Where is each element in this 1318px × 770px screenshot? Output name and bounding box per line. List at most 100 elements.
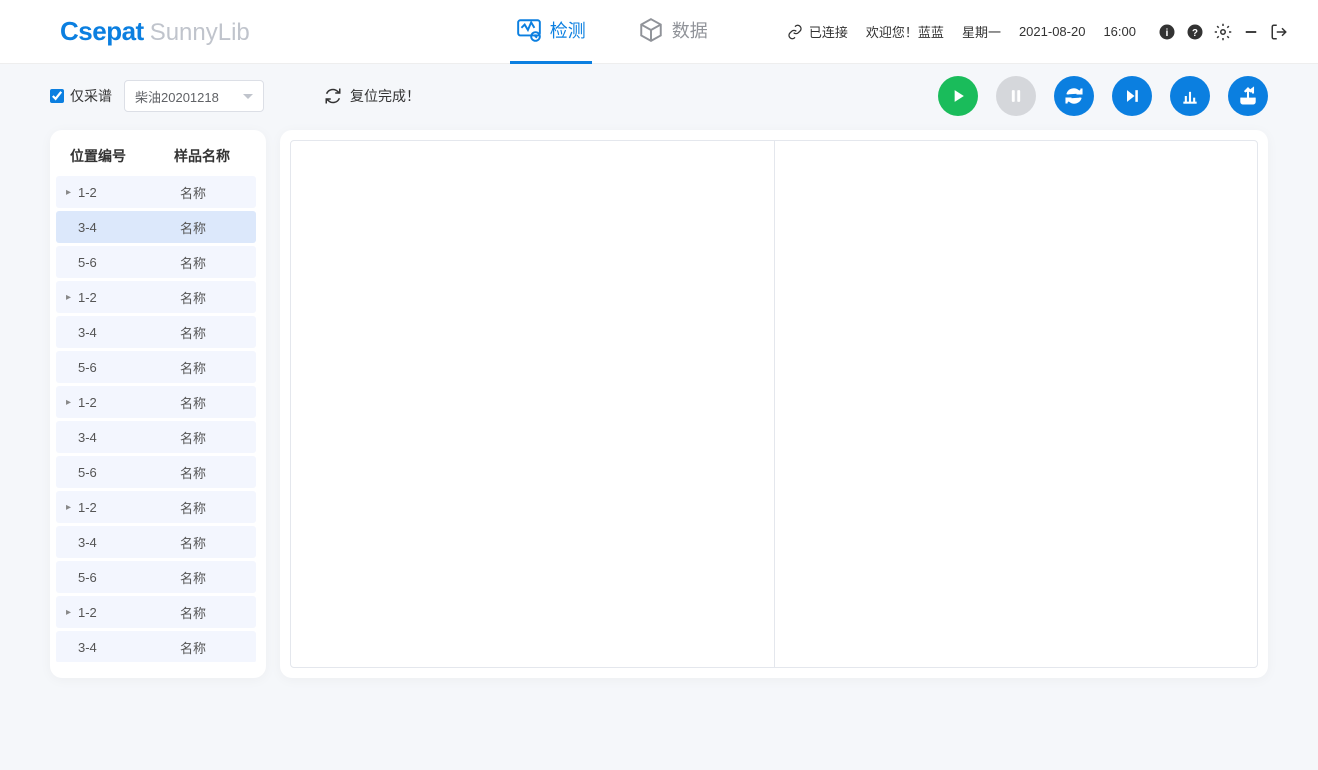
row-pos: 1-2 (78, 395, 97, 410)
row-pos: 3-4 (78, 220, 97, 235)
list-header: 位置编号 样品名称 (56, 146, 260, 176)
svg-text:i: i (1166, 26, 1169, 38)
date-text: 2021-08-20 (1019, 24, 1086, 39)
table-row[interactable]: 3-4 名称 (56, 421, 256, 453)
row-name: 名称 (136, 323, 250, 342)
select-value: 柴油20201218 (135, 87, 219, 106)
table-row[interactable]: 5-6 名称 (56, 351, 256, 383)
logo-sub: SunnyLib (150, 19, 250, 47)
refresh-icon (324, 87, 342, 105)
table-row[interactable]: 5-6 名称 (56, 246, 256, 278)
svg-text:?: ? (1192, 27, 1198, 38)
header: Csepat SunnyLib 检测 数据 已连接 欢迎您！蓝蓝 星期一 202… (0, 0, 1318, 64)
row-pos: 1-2 (78, 605, 97, 620)
tab-label: 检测 (550, 17, 586, 43)
row-name: 名称 (136, 568, 250, 587)
caret-icon: ▸ (66, 607, 76, 618)
row-name: 名称 (136, 183, 250, 202)
table-row[interactable]: 3-4 名称 (56, 211, 256, 243)
refresh-button[interactable] (1054, 76, 1094, 116)
app-logo: Csepat SunnyLib (60, 16, 250, 47)
header-right: 已连接 欢迎您！蓝蓝 星期一 2021-08-20 16:00 i ? (787, 22, 1288, 41)
settings-icon[interactable] (1214, 23, 1232, 41)
chart-button[interactable] (1170, 76, 1210, 116)
table-row[interactable]: ▸1-2 名称 (56, 386, 256, 418)
sample-list-panel: 位置编号 样品名称 ▸1-2名称3-4名称5-6名称▸1-2名称3-4名称5-6… (50, 130, 266, 678)
header-icons: i ? (1158, 23, 1288, 41)
row-name: 名称 (136, 463, 250, 482)
nav-tabs: 检测 数据 (510, 0, 714, 64)
logout-icon[interactable] (1270, 23, 1288, 41)
pulse-icon (516, 17, 542, 43)
row-name: 名称 (136, 638, 250, 657)
content-inner (290, 140, 1258, 668)
table-row[interactable]: 5-6 名称 (56, 561, 256, 593)
link-icon (787, 24, 803, 40)
caret-icon: ▸ (66, 292, 76, 303)
content-right-half (775, 141, 1258, 667)
conn-text: 已连接 (809, 22, 848, 41)
col-pos: 位置编号 (70, 146, 150, 166)
row-name: 名称 (136, 533, 250, 552)
sample-select[interactable]: 柴油20201218 (124, 80, 264, 112)
row-pos: 5-6 (78, 465, 97, 480)
status-text: 复位完成！ (350, 86, 420, 106)
row-pos: 1-2 (78, 500, 97, 515)
tab-detect[interactable]: 检测 (510, 0, 592, 64)
caret-icon: ▸ (66, 187, 76, 198)
table-row[interactable]: 5-6 名称 (56, 456, 256, 488)
row-name: 名称 (136, 393, 250, 412)
caret-icon: ▸ (66, 502, 76, 513)
row-name: 名称 (136, 428, 250, 447)
weekday-text: 星期一 (962, 22, 1001, 41)
caret-icon: ▸ (66, 397, 76, 408)
checkbox-label: 仅采谱 (70, 86, 112, 106)
row-pos: 5-6 (78, 255, 97, 270)
tab-data[interactable]: 数据 (632, 0, 714, 64)
connection-status: 已连接 (787, 22, 848, 41)
content-left-half (291, 141, 775, 667)
cube-icon (638, 17, 664, 43)
row-name: 名称 (136, 498, 250, 517)
logo-main: Csepat (60, 16, 144, 47)
next-button[interactable] (1112, 76, 1152, 116)
row-pos: 1-2 (78, 290, 97, 305)
tab-label: 数据 (672, 17, 708, 43)
minimize-icon[interactable] (1242, 23, 1260, 41)
row-pos: 3-4 (78, 535, 97, 550)
row-pos: 3-4 (78, 325, 97, 340)
row-pos: 3-4 (78, 430, 97, 445)
row-name: 名称 (136, 603, 250, 622)
checkbox-input[interactable] (50, 89, 64, 103)
row-name: 名称 (136, 218, 250, 237)
help-icon[interactable]: ? (1186, 23, 1204, 41)
pause-button[interactable] (996, 76, 1036, 116)
table-row[interactable]: 3-4 名称 (56, 316, 256, 348)
table-row[interactable]: ▸1-2 名称 (56, 596, 256, 628)
table-row[interactable]: ▸1-2 名称 (56, 281, 256, 313)
play-button[interactable] (938, 76, 978, 116)
table-row[interactable]: 3-4 名称 (56, 631, 256, 662)
toolbar: 仅采谱 柴油20201218 复位完成！ (0, 64, 1318, 128)
info-icon[interactable]: i (1158, 23, 1176, 41)
status-message: 复位完成！ (324, 86, 420, 106)
only-spectrum-checkbox[interactable]: 仅采谱 (50, 86, 112, 106)
main-area: 位置编号 样品名称 ▸1-2名称3-4名称5-6名称▸1-2名称3-4名称5-6… (0, 128, 1318, 698)
col-name: 样品名称 (150, 146, 254, 166)
export-button[interactable] (1228, 76, 1268, 116)
table-row[interactable]: ▸1-2 名称 (56, 491, 256, 523)
row-name: 名称 (136, 253, 250, 272)
row-pos: 5-6 (78, 570, 97, 585)
table-row[interactable]: 3-4 名称 (56, 526, 256, 558)
welcome-text: 欢迎您！蓝蓝 (866, 22, 944, 41)
content-panel (280, 130, 1268, 678)
row-name: 名称 (136, 358, 250, 377)
time-text: 16:00 (1103, 24, 1136, 39)
row-name: 名称 (136, 288, 250, 307)
row-pos: 3-4 (78, 640, 97, 655)
row-pos: 1-2 (78, 185, 97, 200)
row-pos: 5-6 (78, 360, 97, 375)
sample-list[interactable]: ▸1-2名称3-4名称5-6名称▸1-2名称3-4名称5-6名称▸1-2名称3-… (56, 176, 260, 662)
table-row[interactable]: ▸1-2 名称 (56, 176, 256, 208)
action-buttons (938, 76, 1268, 116)
